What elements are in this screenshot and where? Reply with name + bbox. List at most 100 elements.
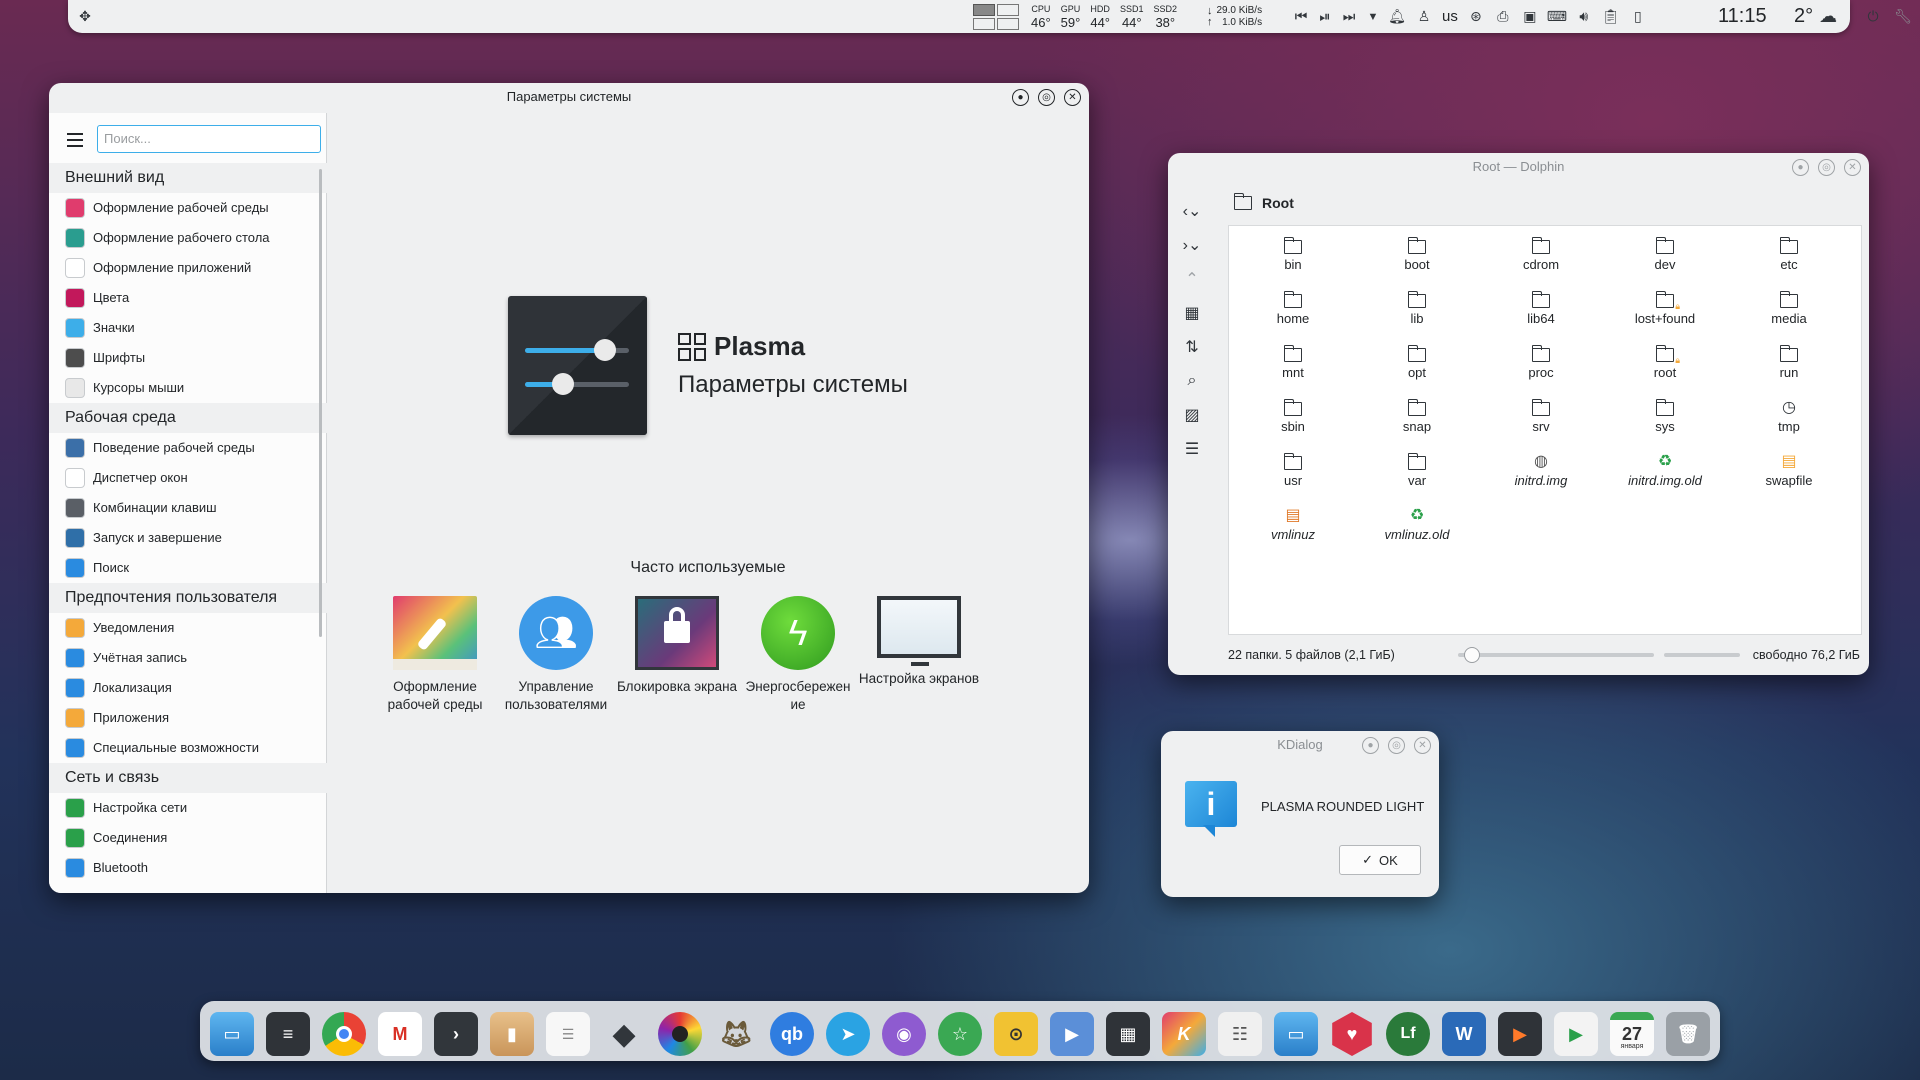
back-icon[interactable]: ‹⌄ [1180,199,1204,223]
file-item[interactable]: usr [1231,453,1355,488]
telegram-dock-icon[interactable]: ➤ [826,1012,870,1056]
file-item[interactable]: 🔒︎ root [1603,345,1727,380]
sidebar-item[interactable]: Локализация [49,673,327,703]
gmail-dock-icon[interactable]: M [378,1012,422,1056]
text-editor-dock-icon[interactable]: ☰ [546,1012,590,1056]
sticky-keys-icon[interactable]: ♙ [1415,8,1433,26]
fav-power-management[interactable]: ϟ Энергосбережен ие [737,596,859,714]
file-item[interactable]: sbin [1231,399,1355,434]
sidebar-item[interactable]: Цвета [49,283,327,313]
file-item[interactable]: ♻ vmlinuz.old [1355,508,1479,543]
github-dock-icon[interactable]: ◉ [882,1012,926,1056]
keyboard-layout-indicator[interactable]: us [1442,8,1458,25]
settings-editor-dock-icon[interactable]: ☷ [1218,1012,1262,1056]
view-mode-icon[interactable]: ▦ [1180,301,1204,325]
inkscape-dock-icon[interactable]: ◆ [602,1012,646,1056]
file-item[interactable]: var [1355,453,1479,488]
settings-search-input[interactable]: Поиск... [97,125,321,153]
sidebar-item[interactable]: Оформление рабочей среды [49,193,327,223]
file-item[interactable]: opt [1355,345,1479,380]
kdialog-minimize-button[interactable]: ● [1362,737,1379,754]
file-item[interactable]: ◍ initrd.img [1479,454,1603,489]
clipboard-icon[interactable]: 📋︎ [1602,8,1620,26]
pager[interactable] [973,0,1019,33]
fav-global-theme[interactable]: Оформление рабочей среды [374,596,496,714]
video-player-dock-icon[interactable]: ▶ [1554,1012,1598,1056]
weather-widget[interactable]: 2° ☁ [1794,0,1837,33]
dolphin-dock-icon[interactable]: ▭ [210,1012,254,1056]
screen-recorder-dock-icon[interactable]: ▶ [1498,1012,1542,1056]
kdialog-close-button[interactable]: ✕ [1414,737,1431,754]
sidebar-item[interactable]: Настройка сети [49,793,327,823]
sidebar-item[interactable]: Поиск [49,553,327,583]
sidebar-item[interactable]: Шрифты [49,343,327,373]
file-item[interactable]: mnt [1231,345,1355,380]
sidebar-item[interactable]: Диспетчер окон [49,463,327,493]
play-icon[interactable]: ⏯ [1316,8,1334,26]
menu-icon[interactable]: ☰ [1180,437,1204,461]
gimp-dock-icon[interactable]: 🦊︎ [714,1012,758,1056]
file-item[interactable]: media [1727,291,1851,326]
keyboard-icon[interactable]: ⌨ [1547,8,1567,26]
file-item[interactable]: lib [1355,291,1479,326]
tray-expand-icon[interactable]: ▼ [1364,8,1382,26]
calendar-dock-icon[interactable]: 27 января [1610,1012,1654,1056]
clock[interactable]: 11:15 [1718,0,1767,33]
power-profile-icon[interactable]: ⊛ [1467,8,1485,26]
desktop-1[interactable] [973,3,995,16]
file-item[interactable]: cdrom [1479,237,1603,272]
kdialog-maximize-button[interactable]: ◎ [1388,737,1405,754]
usb-icon[interactable]: ⎙ [1494,8,1512,26]
dolphin-minimize-button[interactable]: ● [1792,159,1809,176]
dolphin-maximize-button[interactable]: ◎ [1818,159,1835,176]
minimize-button[interactable]: ● [1012,89,1029,106]
file-item[interactable]: ▤ swapfile [1727,454,1851,489]
file-manager-dock-icon[interactable]: ▭ [1274,1012,1318,1056]
fav-screen-locking[interactable]: Блокировка экрана [616,596,738,696]
qbittorrent-dock-icon[interactable]: qb [770,1012,814,1056]
app-launcher-button[interactable]: ✥ [76,0,94,33]
file-item[interactable]: ♻ initrd.img.old [1603,454,1727,489]
maximize-button[interactable]: ◎ [1038,89,1055,106]
desktop-4[interactable] [997,17,1019,30]
krita-dock-icon[interactable]: K [1162,1012,1206,1056]
security-dock-icon[interactable]: ♥ [1332,1012,1372,1056]
sidebar-item[interactable]: Курсоры мыши [49,373,327,403]
trash-dock-icon[interactable]: 🗑︎ [1666,1012,1710,1056]
search-icon[interactable]: ⌕ [1180,369,1204,393]
calculator-dock-icon[interactable]: ▦ [1106,1012,1150,1056]
volume-icon[interactable]: 🔊︎ [1575,8,1593,26]
configure-panel-icon[interactable]: 🔧︎ [1894,8,1912,26]
sort-icon[interactable]: ⇅ [1180,335,1204,359]
sidebar-item[interactable]: Оформление рабочего стола [49,223,327,253]
preview-icon[interactable]: ▨ [1180,403,1204,427]
sidebar-item[interactable]: Значки [49,313,327,343]
sidebar-item[interactable]: Оформление приложений [49,253,327,283]
file-item[interactable]: sys [1603,399,1727,434]
zoom-slider[interactable] [1458,647,1654,663]
file-item[interactable]: bin [1231,237,1355,272]
battery-icon[interactable]: ▯ [1629,8,1647,26]
file-item[interactable]: ▤ vmlinuz [1231,508,1355,543]
system-settings-dock-icon[interactable]: ≡ [266,1012,310,1056]
waveform-dock-icon[interactable]: W [1442,1012,1486,1056]
file-item[interactable]: dev [1603,237,1727,272]
sidebar-item[interactable]: Учётная запись [49,643,327,673]
sidebar-scrollbar[interactable] [319,169,322,637]
next-track-icon[interactable]: ⏭ [1340,8,1358,26]
kdialog-titlebar[interactable]: KDialog ● ◎ ✕ [1161,731,1439,761]
media-player-dock-icon[interactable]: ▶ [1050,1012,1094,1056]
notifications-bell-icon[interactable]: 🔔︎ [1388,8,1406,26]
file-item[interactable]: lib64 [1479,291,1603,326]
color-picker-dock-icon[interactable] [658,1012,702,1056]
file-item[interactable]: 🔒︎ lost+found [1603,291,1727,326]
radio-dock-icon[interactable]: ⊙ [994,1012,1038,1056]
chrome-dock-icon[interactable] [322,1012,366,1056]
breadcrumb[interactable]: Root [1233,193,1294,211]
file-item[interactable]: proc [1479,345,1603,380]
sidebar-item[interactable]: Специальные возможности [49,733,327,763]
lf-dock-icon[interactable]: Lf [1386,1012,1430,1056]
terminal-dock-icon[interactable]: › [434,1012,478,1056]
app-store-dock-icon[interactable]: ☆ [938,1012,982,1056]
breadcrumb-root[interactable]: Root [1262,195,1294,211]
